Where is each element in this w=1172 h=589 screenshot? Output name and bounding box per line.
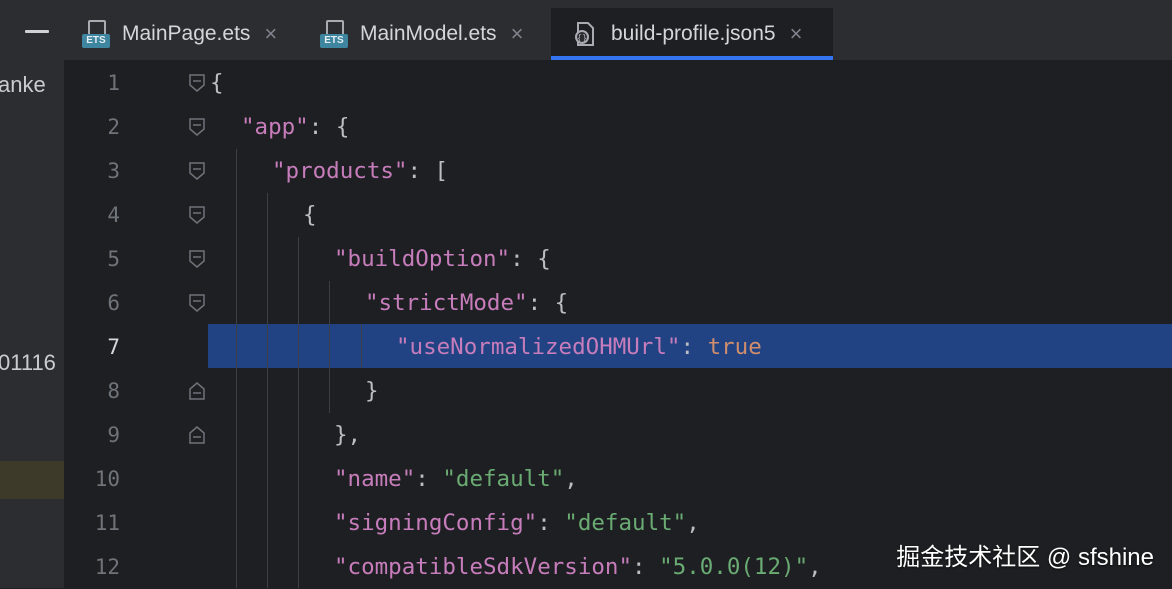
tab-mainpage[interactable]: ETS MainPage.ets ×: [82, 8, 304, 60]
fold-close-icon[interactable]: [188, 425, 206, 445]
code-line-current[interactable]: 7 "useNormalizedOHMUrl": true: [64, 325, 1172, 369]
code-text[interactable]: "buildOption": {: [334, 237, 551, 281]
ets-file-icon: ETS: [82, 20, 110, 48]
tab-mainmodel[interactable]: ETS MainModel.ets ×: [320, 8, 548, 60]
tab-label: MainModel.ets: [360, 22, 497, 45]
code-line[interactable]: 10 "name": "default",: [64, 457, 1172, 501]
code-line[interactable]: 2 "app": {: [64, 105, 1172, 149]
tab-build-profile[interactable]: {} build-profile.json5 ×: [551, 8, 833, 60]
line-number[interactable]: 11: [64, 501, 120, 545]
active-tab-indicator: [551, 56, 833, 60]
code-text[interactable]: "compatibleSdkVersion": "5.0.0(12)",: [334, 545, 822, 589]
code-line[interactable]: 8 }: [64, 369, 1172, 413]
line-number[interactable]: 12: [64, 545, 120, 589]
fold-open-icon[interactable]: [188, 117, 206, 137]
code-editor[interactable]: 1 { 2 "app": { 3 "products": [ 4 { 5 "bu…: [64, 61, 1172, 588]
code-text[interactable]: "strictMode": {: [365, 281, 568, 325]
code-line[interactable]: 6 "strictMode": {: [64, 281, 1172, 325]
project-sidebar: anke 01116: [0, 0, 64, 588]
code-text[interactable]: {: [303, 193, 317, 237]
sidebar-project-name[interactable]: anke: [0, 72, 46, 98]
fold-open-icon[interactable]: [188, 293, 206, 313]
json-config-file-icon: {}: [575, 22, 594, 46]
code-text[interactable]: "name": "default",: [334, 457, 578, 501]
line-number[interactable]: 9: [64, 413, 120, 457]
code-text[interactable]: },: [334, 413, 361, 457]
close-icon[interactable]: ×: [511, 23, 524, 45]
close-icon[interactable]: ×: [264, 23, 277, 45]
code-text[interactable]: }: [365, 369, 379, 413]
editor-tab-bar: ETS MainPage.ets × ETS MainModel.ets × {…: [64, 0, 1172, 61]
collapse-icon[interactable]: [25, 30, 49, 33]
tab-label: MainPage.ets: [122, 22, 251, 45]
line-number[interactable]: 4: [64, 193, 120, 237]
svg-text:{}: {}: [577, 34, 588, 44]
tab-label: build-profile.json5: [611, 22, 776, 45]
code-line[interactable]: 4 {: [64, 193, 1172, 237]
watermark: 掘金技术社区 @ sfshine: [896, 544, 1154, 571]
line-number[interactable]: 10: [64, 457, 120, 501]
code-text[interactable]: "products": [: [272, 149, 448, 193]
sidebar-item-text[interactable]: 01116: [0, 350, 56, 376]
line-number[interactable]: 1: [64, 61, 120, 105]
fold-open-icon[interactable]: [188, 161, 206, 181]
code-text[interactable]: "app": {: [241, 105, 349, 149]
fold-open-icon[interactable]: [188, 249, 206, 269]
line-number[interactable]: 6: [64, 281, 120, 325]
line-number[interactable]: 5: [64, 237, 120, 281]
code-text[interactable]: {: [210, 61, 224, 105]
code-line[interactable]: 3 "products": [: [64, 149, 1172, 193]
line-number[interactable]: 2: [64, 105, 120, 149]
line-number[interactable]: 7: [64, 325, 120, 369]
sidebar-selected-row[interactable]: [0, 461, 64, 499]
fold-open-icon[interactable]: [188, 73, 206, 93]
line-number[interactable]: 3: [64, 149, 120, 193]
code-text[interactable]: "useNormalizedOHMUrl": true: [396, 325, 762, 369]
fold-open-icon[interactable]: [188, 205, 206, 225]
code-text[interactable]: "signingConfig": "default",: [334, 501, 700, 545]
ets-file-icon: ETS: [320, 20, 348, 48]
fold-close-icon[interactable]: [188, 381, 206, 401]
line-number[interactable]: 8: [64, 369, 120, 413]
code-line[interactable]: 1 {: [64, 61, 1172, 105]
close-icon[interactable]: ×: [790, 23, 803, 45]
code-line[interactable]: 5 "buildOption": {: [64, 237, 1172, 281]
code-line[interactable]: 9 },: [64, 413, 1172, 457]
